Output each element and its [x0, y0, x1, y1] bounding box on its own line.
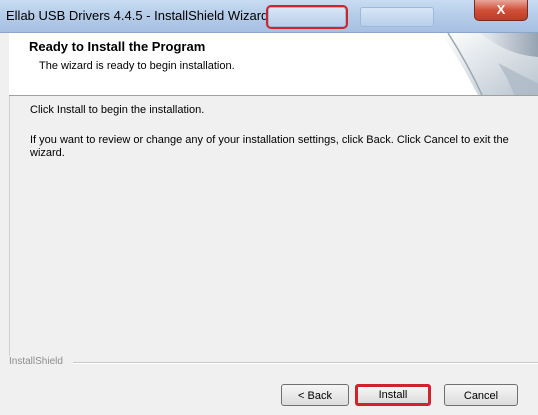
- brand-divider: [73, 362, 538, 364]
- page-title: Ready to Install the Program: [29, 39, 206, 54]
- review-text: If you want to review or change any of y…: [30, 134, 509, 159]
- instruction-text: Click Install to begin the installation.: [30, 104, 205, 116]
- page-curl-graphic: [440, 33, 538, 95]
- close-button[interactable]: X: [474, 0, 528, 21]
- close-icon: X: [496, 2, 506, 17]
- wizard-body: Click Install to begin the installation.…: [9, 96, 538, 366]
- page-subtitle: The wizard is ready to begin installatio…: [39, 60, 235, 72]
- installshield-wizard-window: Ellab USB Drivers 4.4.5 - InstallShield …: [0, 0, 538, 415]
- titlebar-cancel-button-ghost: [360, 7, 434, 27]
- back-button[interactable]: < Back: [281, 384, 349, 406]
- titlebar-next-button-ghost: [266, 5, 348, 29]
- cancel-button[interactable]: Cancel: [444, 384, 518, 406]
- install-button[interactable]: Install: [355, 384, 431, 406]
- installshield-brand-row: InstallShield: [9, 356, 538, 370]
- window-title: Ellab USB Drivers 4.4.5 - InstallShield …: [6, 8, 269, 23]
- installshield-brand: InstallShield: [9, 356, 67, 367]
- title-bar: Ellab USB Drivers 4.4.5 - InstallShield …: [0, 0, 538, 33]
- wizard-header: Ready to Install the Program The wizard …: [9, 33, 538, 96]
